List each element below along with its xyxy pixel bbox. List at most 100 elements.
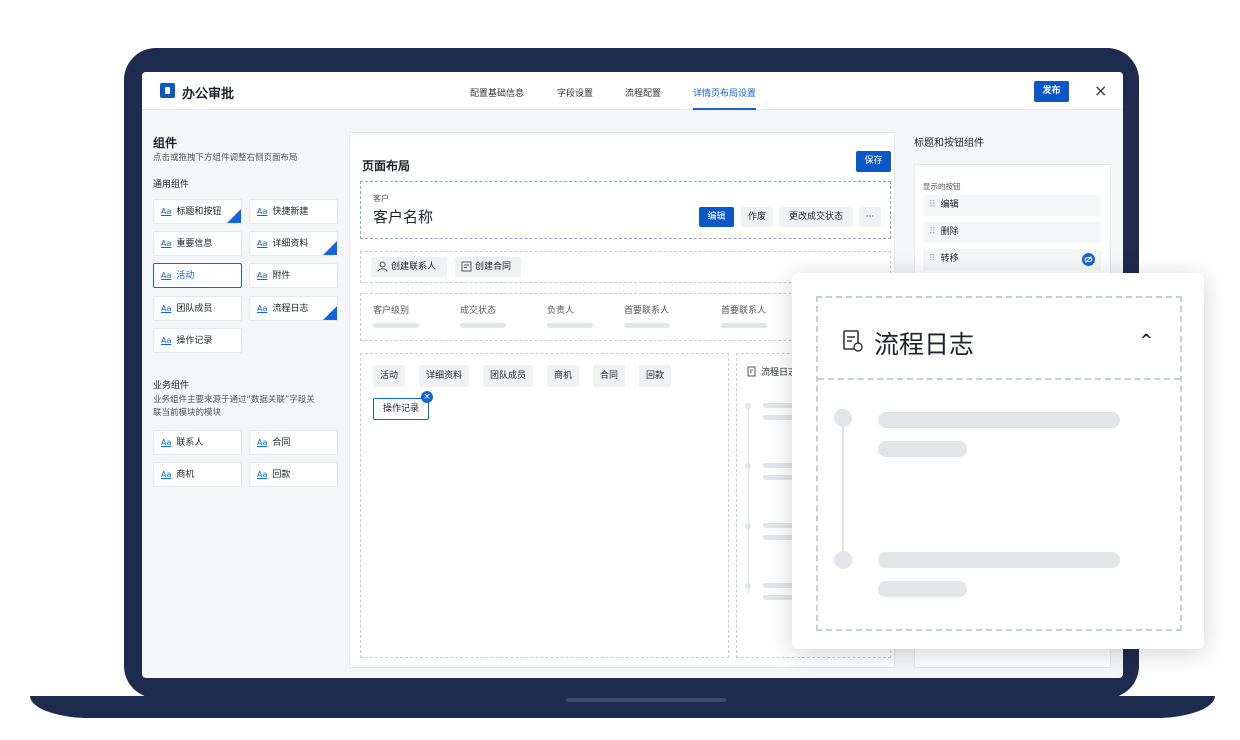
preview-divider — [818, 378, 1180, 380]
void-button[interactable]: 作废 — [741, 207, 773, 227]
log-placeholder — [763, 415, 793, 420]
collapse-chevron-icon[interactable]: ^ — [1140, 331, 1153, 349]
button-config-edit[interactable]: ⠿ 编辑 — [923, 195, 1101, 216]
text-type-icon: Aa — [257, 207, 268, 216]
layout-tab[interactable]: 合同 — [593, 365, 625, 387]
comp-contracts[interactable]: Aa 合同 — [249, 430, 338, 455]
remove-icon[interactable]: × — [421, 391, 433, 403]
log-placeholder — [763, 535, 793, 540]
drag-handle-icon[interactable]: ⠿ — [929, 227, 936, 237]
visibility-off-icon[interactable] — [1082, 253, 1095, 266]
field-value-placeholder — [547, 323, 593, 328]
document-icon — [461, 261, 472, 272]
publish-button[interactable]: 发布 — [1034, 81, 1069, 102]
text-type-icon: Aa — [161, 336, 172, 345]
field-label: 成交状态 — [460, 306, 497, 316]
comp-payments[interactable]: Aa 回款 — [249, 462, 338, 487]
timeline-dot — [745, 523, 751, 529]
more-icon[interactable]: ··· — [859, 207, 881, 227]
timeline-line — [842, 418, 844, 558]
general-components-title: 通用组件 — [153, 180, 190, 190]
field-label: 客户级别 — [373, 306, 410, 316]
text-type-icon: Aa — [257, 304, 268, 313]
comp-team[interactable]: Aa 团队成员 — [153, 296, 242, 321]
tab-flow-config[interactable]: 流程配置 — [625, 86, 661, 110]
comp-contacts[interactable]: Aa 联系人 — [153, 430, 242, 455]
component-panel-hint: 点击或拖拽下方组件调整右侧页面布局 — [153, 153, 298, 163]
timeline-line — [748, 404, 749, 594]
flow-log-preview-title: 流程日志 — [874, 330, 975, 359]
comp-details[interactable]: Aa 详细资料 — [249, 231, 338, 256]
create-contract-button[interactable]: 创建合同 — [455, 257, 521, 277]
log-placeholder — [878, 441, 967, 457]
record-type-label: 客户 — [373, 194, 389, 203]
top-bar: 办公审批 配置基础信息 字段设置 流程配置 详情页布局设置 发布 × — [142, 72, 1123, 110]
drag-handle-icon[interactable]: ⠿ — [929, 254, 936, 264]
text-type-icon: Aa — [161, 304, 172, 313]
field-value-placeholder — [373, 323, 419, 328]
tab-basic-info[interactable]: 配置基础信息 — [470, 86, 524, 110]
added-check-icon — [227, 209, 241, 223]
timeline-dot — [834, 409, 852, 427]
comp-key-info[interactable]: Aa 重要信息 — [153, 231, 242, 256]
flow-log-preview-frame — [816, 296, 1182, 631]
text-type-icon: Aa — [161, 271, 172, 280]
log-placeholder — [878, 412, 1120, 428]
edit-button[interactable]: 编辑 — [699, 207, 734, 227]
text-type-icon: Aa — [161, 239, 172, 248]
comp-quick-create[interactable]: Aa 快捷新建 — [249, 199, 338, 224]
comp-attachment[interactable]: Aa 附件 — [249, 263, 338, 288]
log-placeholder — [878, 581, 967, 597]
timeline-dot — [834, 551, 852, 569]
component-panel: 组件 点击或拖拽下方组件调整右侧页面布局 通用组件 Aa 标题和按钮 Aa 快捷新建… — [142, 110, 348, 678]
field-value-placeholder — [624, 323, 670, 328]
comp-opportunities[interactable]: Aa 商机 — [153, 462, 242, 487]
layout-tab[interactable]: 活动 — [373, 365, 405, 387]
biz-hint-line1: 业务组件主要来源于通过“数据关联”字段关 — [153, 395, 315, 405]
text-type-icon: Aa — [257, 239, 268, 248]
dragging-tab[interactable]: 操作记录 — [373, 398, 429, 420]
title-buttons-block[interactable]: 客户 客户名称 编辑 作废 更改成交状态 ··· — [360, 181, 891, 239]
layout-tab[interactable]: 商机 — [547, 365, 579, 387]
log-icon — [747, 366, 756, 377]
comp-activity[interactable]: Aa 活动 — [153, 263, 242, 288]
button-config-delete[interactable]: ⠿ 删除 — [923, 222, 1101, 243]
log-placeholder — [878, 552, 1120, 568]
user-icon — [377, 261, 388, 272]
close-icon[interactable]: × — [1094, 81, 1107, 100]
change-status-button[interactable]: 更改成交状态 — [779, 207, 853, 227]
biz-hint-line2: 联当前模块的模块 — [153, 408, 222, 418]
text-type-icon: Aa — [161, 470, 172, 479]
timeline-dot — [745, 583, 751, 589]
biz-components-title: 业务组件 — [153, 381, 190, 391]
log-icon — [843, 330, 863, 352]
comp-op-records[interactable]: Aa 操作记录 — [153, 328, 242, 353]
flow-log-preview-card: 流程日志 ^ — [792, 273, 1204, 649]
layout-tab[interactable]: 回款 — [639, 365, 671, 387]
field-value-placeholder — [460, 323, 506, 328]
field-label: 首要联系人 — [721, 306, 767, 316]
save-button[interactable]: 保存 — [856, 151, 891, 172]
comp-title-buttons[interactable]: Aa 标题和按钮 — [153, 199, 242, 224]
text-type-icon: Aa — [161, 438, 172, 447]
log-placeholder — [763, 475, 793, 480]
timeline-dot — [745, 403, 751, 409]
tab-container-block[interactable]: 活动 详细资料 团队成员 商机 合同 回款 操作记录 × — [360, 353, 729, 658]
tab-detail-layout[interactable]: 详情页布局设置 — [693, 86, 757, 110]
app-logo-icon — [160, 83, 175, 98]
laptop-notch — [566, 698, 726, 702]
drag-handle-icon[interactable]: ⠿ — [929, 200, 936, 210]
tab-field-settings[interactable]: 字段设置 — [557, 86, 593, 110]
text-type-icon: Aa — [257, 470, 268, 479]
text-type-icon: Aa — [257, 438, 268, 447]
app-title: 办公审批 — [182, 87, 235, 102]
record-name: 客户名称 — [373, 208, 434, 226]
layout-tab[interactable]: 团队成员 — [483, 365, 533, 387]
layout-tab[interactable]: 详细资料 — [419, 365, 469, 387]
comp-flow-log[interactable]: Aa 流程日志 — [249, 296, 338, 321]
create-contact-button[interactable]: 创建联系人 — [371, 257, 447, 277]
properties-title: 标题和按钮组件 — [914, 138, 984, 149]
log-placeholder — [763, 595, 793, 600]
button-config-transfer[interactable]: ⠿ 转移 — [923, 249, 1101, 270]
field-label: 负责人 — [547, 306, 575, 316]
